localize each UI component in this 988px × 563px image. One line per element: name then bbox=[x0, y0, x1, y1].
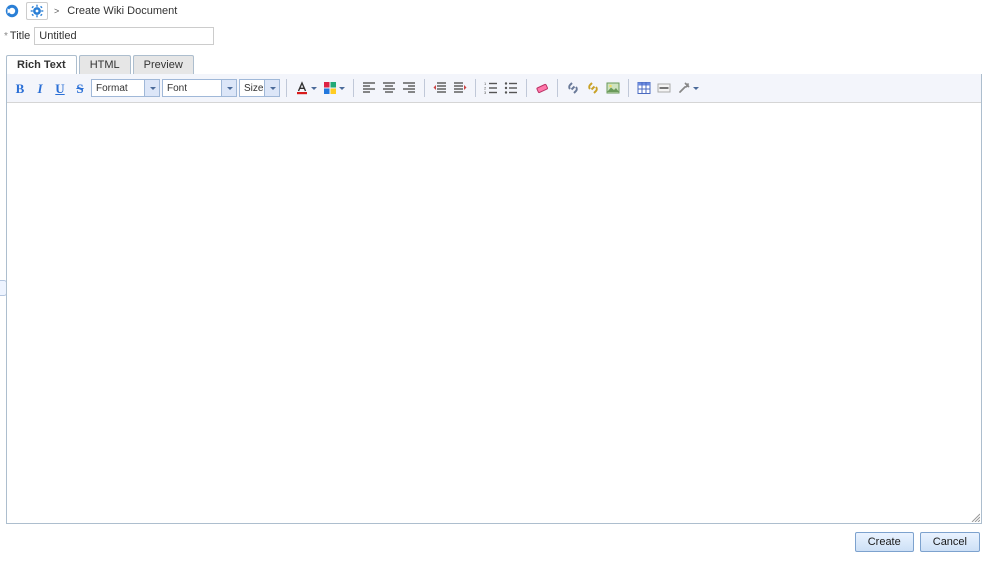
toolbar-separator bbox=[628, 79, 629, 97]
editor-toolbar: B I U S Format Font Size bbox=[7, 74, 981, 103]
italic-button[interactable]: I bbox=[31, 79, 49, 97]
insert-image-button[interactable] bbox=[604, 79, 622, 97]
toolbar-separator bbox=[526, 79, 527, 97]
toolbar-separator bbox=[286, 79, 287, 97]
toolbar-separator bbox=[475, 79, 476, 97]
format-select[interactable]: Format bbox=[91, 79, 160, 97]
tab-rich-text[interactable]: Rich Text bbox=[6, 55, 77, 74]
align-left-button[interactable] bbox=[360, 79, 378, 97]
gear-icon[interactable] bbox=[29, 3, 45, 19]
editor-tabs: Rich Text HTML Preview bbox=[0, 52, 988, 74]
tab-html[interactable]: HTML bbox=[79, 55, 131, 74]
page-title: Create Wiki Document bbox=[65, 5, 177, 17]
bold-button[interactable]: B bbox=[11, 79, 29, 97]
tools-menu-button[interactable] bbox=[675, 79, 701, 97]
toolbar-separator bbox=[424, 79, 425, 97]
text-color-button[interactable] bbox=[293, 79, 319, 97]
insert-anchor-button[interactable] bbox=[584, 79, 602, 97]
editor-frame: B I U S Format Font Size bbox=[6, 74, 982, 524]
unordered-list-button[interactable] bbox=[502, 79, 520, 97]
toolbar-separator bbox=[557, 79, 558, 97]
background-color-button[interactable] bbox=[321, 79, 347, 97]
outdent-button[interactable] bbox=[431, 79, 449, 97]
strikethrough-button[interactable]: S bbox=[71, 79, 89, 97]
insert-table-button[interactable] bbox=[635, 79, 653, 97]
svg-text:3: 3 bbox=[484, 90, 487, 95]
erase-format-button[interactable] bbox=[533, 79, 551, 97]
back-icon[interactable] bbox=[4, 3, 20, 19]
breadcrumb-separator: > bbox=[54, 6, 59, 16]
align-right-button[interactable] bbox=[400, 79, 418, 97]
ordered-list-button[interactable]: 123 bbox=[482, 79, 500, 97]
indent-button[interactable] bbox=[451, 79, 469, 97]
create-button[interactable]: Create bbox=[855, 532, 914, 552]
resize-grip-icon[interactable] bbox=[970, 512, 980, 522]
align-center-button[interactable] bbox=[380, 79, 398, 97]
font-select[interactable]: Font bbox=[162, 79, 237, 97]
footer-actions: Create Cancel bbox=[0, 524, 988, 556]
insert-hr-button[interactable] bbox=[655, 79, 673, 97]
title-input[interactable] bbox=[34, 27, 214, 45]
breadcrumb: > Create Wiki Document bbox=[0, 0, 988, 22]
insert-link-button[interactable] bbox=[564, 79, 582, 97]
cancel-button[interactable]: Cancel bbox=[920, 532, 980, 552]
editor-textarea[interactable] bbox=[7, 103, 981, 523]
size-select[interactable]: Size bbox=[239, 79, 280, 97]
underline-button[interactable]: U bbox=[51, 79, 69, 97]
tab-preview[interactable]: Preview bbox=[133, 55, 194, 74]
toolbar-separator bbox=[353, 79, 354, 97]
title-label: Title bbox=[4, 30, 30, 42]
